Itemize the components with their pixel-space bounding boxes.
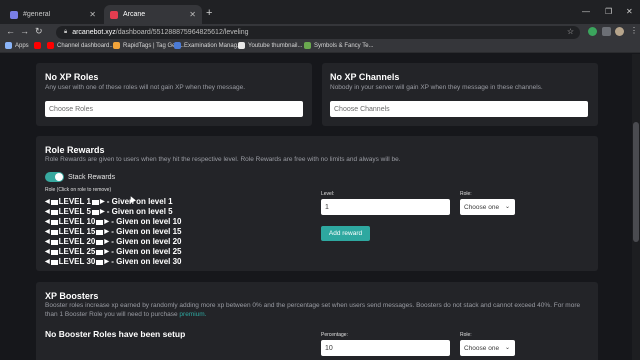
chevron-down-icon: ⌄	[504, 204, 510, 210]
bookmark-apps[interactable]: Apps	[5, 42, 29, 49]
bookmarks-bar: Apps Channel dashboard... RapidTags | Ta…	[0, 40, 640, 53]
bookmark-youtube[interactable]	[34, 42, 44, 49]
arrow-icon: ◀	[45, 259, 50, 265]
avatar[interactable]	[615, 27, 624, 36]
add-reward-button[interactable]: Add reward	[321, 226, 370, 241]
percentage-label: Percentage:	[321, 332, 348, 338]
arrow-icon: ◀	[45, 209, 50, 215]
percentage-input[interactable]: 10	[321, 340, 450, 356]
no-boosters-text: No Booster Roles have been setup	[45, 329, 186, 339]
booster-role-select-value: Choose one	[464, 344, 500, 352]
browser-toolbar: ← → ↻ 🔒︎ arcanebot.xyz/dashboard/5512888…	[0, 24, 640, 40]
arcane-icon	[110, 10, 118, 19]
page-scrollbar[interactable]	[632, 54, 640, 360]
tab-arcane[interactable]: Arcane ✕	[104, 5, 202, 24]
role-rewards-title: Role Rewards	[45, 145, 105, 155]
close-window-icon[interactable]: ✕	[626, 7, 633, 16]
no-xp-channels-title: No XP Channels	[330, 72, 400, 82]
reload-icon[interactable]: ↻	[35, 26, 43, 37]
arrow-icon: ◀	[45, 229, 50, 235]
site-icon	[304, 42, 311, 49]
stack-rewards-label: Stack Rewards	[68, 174, 116, 181]
maximize-icon[interactable]: ❐	[605, 7, 612, 16]
address-bar[interactable]: 🔒︎ arcanebot.xyz/dashboard/5512888759648…	[56, 26, 580, 39]
reward-level-5[interactable]: ◀ LEVEL 5 ▶ - Given on level 5	[45, 207, 182, 217]
browser-tab-strip: #general ✕ Arcane ✕ + — ❐ ✕	[0, 0, 640, 24]
reward-role-select[interactable]: Choose one ⌄	[460, 199, 515, 215]
back-icon[interactable]: ←	[6, 26, 15, 36]
minimize-icon[interactable]: —	[582, 7, 590, 16]
forward-icon[interactable]: →	[20, 26, 29, 36]
arrow-icon: ◀	[45, 249, 50, 255]
reward-level-30[interactable]: ◀ LEVEL 30 ▶ - Given on level 30	[45, 257, 182, 267]
close-tab-icon[interactable]: ✕	[189, 10, 196, 19]
arrow-icon: ◀	[45, 219, 50, 225]
level-label: Level:	[321, 191, 335, 197]
choose-roles-select[interactable]: Choose Roles	[45, 101, 303, 117]
url-text: arcanebot.xyz/dashboard/5512888759648256…	[72, 29, 249, 36]
site-icon	[174, 42, 181, 49]
percentage-value: 10	[325, 344, 333, 352]
reward-level-10[interactable]: ◀ LEVEL 10 ▶ - Given on level 10	[45, 217, 182, 227]
close-tab-icon[interactable]: ✕	[89, 10, 96, 19]
scrollbar-thumb[interactable]	[633, 122, 639, 242]
bookmark-youtube-thumbnail[interactable]: Youtube thumbnail...	[238, 42, 303, 49]
choose-channels-select[interactable]: Choose Channels	[330, 101, 588, 117]
level-input[interactable]: 1	[321, 199, 450, 215]
youtube-icon	[34, 42, 41, 49]
level-value: 1	[325, 203, 329, 211]
youtube-icon	[47, 42, 54, 49]
reward-level-15[interactable]: ◀ LEVEL 15 ▶ - Given on level 15	[45, 227, 182, 237]
role-rewards-description: Role Rewards are given to users when the…	[45, 156, 401, 163]
xp-boosters-description-2: than 1 Booster Role you will need to pur…	[45, 311, 207, 318]
role-label: Role:	[460, 191, 472, 197]
tab-label: #general	[23, 11, 51, 18]
reward-level-25[interactable]: ◀ LEVEL 25 ▶ - Given on level 25	[45, 247, 182, 257]
xp-boosters-description: Booster roles increase xp earned by rand…	[45, 302, 581, 309]
stack-rewards-toggle[interactable]	[45, 172, 64, 182]
choose-roles-placeholder: Choose Roles	[49, 105, 93, 113]
tab-general[interactable]: #general ✕	[4, 5, 102, 24]
role-list-label: Role (Click on role to remove)	[45, 187, 112, 193]
extension-icon[interactable]	[588, 27, 597, 36]
choose-channels-placeholder: Choose Channels	[334, 105, 390, 113]
new-tab-icon[interactable]: +	[206, 8, 212, 19]
discord-icon	[10, 10, 18, 19]
bookmark-symbols[interactable]: Symbols & Fancy Te...	[304, 42, 374, 49]
booster-role-select[interactable]: Choose one ⌄	[460, 340, 515, 356]
role-select-value: Choose one	[464, 203, 500, 211]
arrow-icon: ◀	[45, 199, 50, 205]
xp-boosters-title: XP Boosters	[45, 291, 99, 301]
extensions-puzzle-icon[interactable]	[602, 27, 611, 36]
role-rewards-list: ◀ LEVEL 1 ▶ - Given on level 1 ◀ LEVEL 5 ▶ -…	[45, 197, 182, 267]
premium-link[interactable]: premium.	[179, 311, 206, 318]
lock-icon: 🔒︎	[64, 29, 68, 35]
site-icon	[238, 42, 245, 49]
no-xp-channels-description: Nobody in your server will gain XP when …	[330, 84, 543, 91]
bookmark-examination[interactable]: Examination Manag...	[174, 42, 242, 49]
bookmark-channel-dashboard[interactable]: Channel dashboard...	[47, 42, 114, 49]
arrow-icon: ◀	[45, 239, 50, 245]
booster-role-label: Role:	[460, 332, 472, 338]
chevron-down-icon: ⌄	[504, 345, 510, 351]
rapidtags-icon	[113, 42, 120, 49]
bookmark-star-icon[interactable]: ☆	[567, 27, 574, 36]
apps-grid-icon	[5, 42, 12, 49]
no-xp-roles-description: Any user with one of these roles will no…	[45, 84, 246, 91]
tab-label: Arcane	[123, 11, 146, 18]
reward-level-1[interactable]: ◀ LEVEL 1 ▶ - Given on level 1	[45, 197, 182, 207]
no-xp-roles-title: No XP Roles	[45, 72, 99, 82]
toggle-knob	[55, 173, 63, 181]
reward-level-20[interactable]: ◀ LEVEL 20 ▶ - Given on level 20	[45, 237, 182, 247]
menu-dots-icon[interactable]: ⋮	[630, 26, 638, 35]
